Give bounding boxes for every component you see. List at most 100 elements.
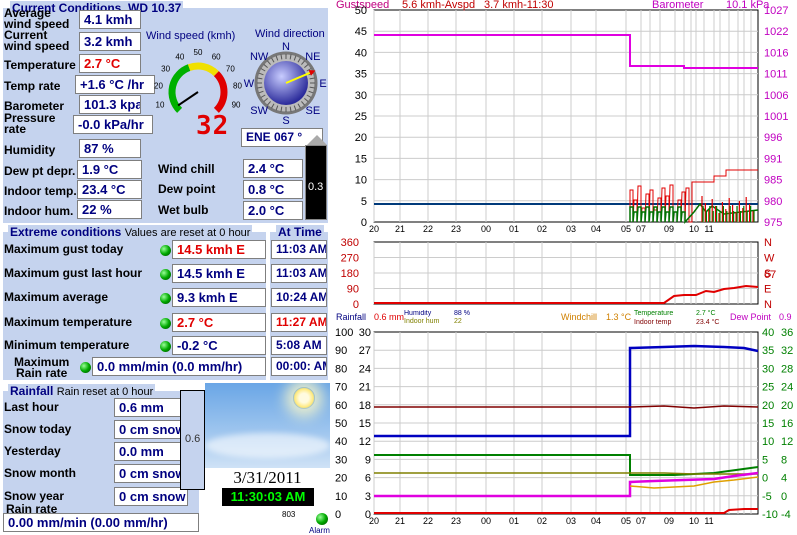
graph2-right-tick: N (764, 237, 772, 249)
graph3-left-tick2: 27 (359, 345, 371, 357)
graph3-humidity-label: Humidity (404, 310, 432, 317)
graph1-header-mid: 5.6 kmh-Avspd (402, 0, 475, 11)
graph1-left-tick: 15 (355, 153, 367, 165)
wind-barometer-graph: Gustspeed 5.6 kmh-Avspd 3.7 kmh-11:30 Barom… (336, 0, 788, 234)
graph1-header-right: Barometer (652, 0, 704, 11)
current-row-label: Indoor hum. (4, 204, 74, 218)
graph3-left-tick: 30 (335, 454, 347, 466)
graph1-x-tick: 11 (704, 224, 713, 234)
graph1-x-tick: 02 (537, 224, 547, 234)
extreme-row-label: Maximum average (4, 290, 109, 304)
graph3-left-tick: 20 (335, 473, 347, 485)
rainfall-row-value: 0.0 mm (114, 442, 188, 461)
extreme-title-text: Extreme conditions (10, 225, 122, 239)
wind-speed-gauge: 0102030405060708090100 (154, 48, 242, 117)
graph3-dew-val: 0.9 (779, 312, 792, 322)
graph3-right-tick2: 4 (781, 473, 787, 485)
graph3-x-tick: 11 (704, 516, 713, 526)
graph1-right-tick: 991 (764, 153, 782, 165)
extreme-row-led (160, 318, 171, 329)
extreme-note: Values are reset at 0 hour (124, 227, 251, 239)
graph3-right-tick: 10 (762, 436, 774, 448)
graph3-right-tick2: 24 (781, 382, 793, 394)
extreme-conditions-title: Extreme conditions Values are reset at 0… (8, 225, 253, 239)
graph3-left-tick2: 24 (359, 363, 371, 375)
graph1-x-tick: 23 (451, 224, 461, 234)
current-row-label: Humidity (4, 143, 56, 157)
graph1-x-tick: 03 (566, 224, 576, 234)
current-row-label: Indoor temp. (4, 184, 77, 198)
max-rain-rate-time: 00:00: AM (271, 357, 327, 376)
graph3-left-tick: 40 (335, 436, 347, 448)
graph3-x-tick: 00 (481, 516, 491, 526)
graph3-left-tick: 100 (335, 327, 353, 339)
graph3-x-tick: 21 (395, 516, 405, 526)
graph3-x-tick: 03 (566, 516, 576, 526)
extreme-row-time: 11:27 AM (271, 313, 327, 332)
graph1-x-tick: 20 (369, 224, 379, 234)
rainfall-row-label: Snow year (4, 489, 65, 503)
extreme-row-value: -0.2 °C (172, 336, 266, 355)
max-rain-rate-text: Maximum Rain rate (14, 355, 70, 380)
wet-bulb-label: Wet bulb (158, 203, 209, 217)
graph3-x-tick: 07 (636, 516, 646, 526)
graph3-right-tick: 25 (762, 382, 774, 394)
graph3-x-tick: 02 (537, 516, 547, 526)
graph3-left-tick: 90 (335, 345, 347, 357)
graph1-left-tick: 20 (355, 132, 367, 144)
extreme-row-value: 14.5 kmh E (172, 240, 266, 259)
current-row-value: 3.2 kmh (79, 32, 141, 51)
graph1-left-tick: 35 (355, 69, 367, 81)
extreme-row-time: 11:03 AM (271, 240, 327, 259)
compass-point-label: SE (306, 105, 321, 117)
compass-point-label: W (244, 78, 255, 90)
graph1-right-tick: 1022 (764, 26, 788, 38)
graph2-right-tick: E (764, 284, 771, 296)
graph3-x-tick: 23 (451, 516, 461, 526)
graph1-right-tick: 975 (764, 217, 782, 229)
alarm-label: Alarm (309, 526, 330, 535)
bar-gauge-value: 0.3 (308, 181, 324, 193)
graph1-left-tick: 40 (355, 47, 367, 59)
graph1-x-tick: 21 (395, 224, 405, 234)
graph3-left-tick: 70 (335, 382, 347, 394)
graph3-x-tick: 10 (689, 516, 699, 526)
current-row-value: -0.0 kPa/hr (73, 115, 153, 134)
rainfall-title: Rainfall Rain reset at 0 hour (8, 384, 156, 398)
graph3-right-tick: 0 (762, 473, 768, 485)
alarm-led[interactable] (316, 513, 328, 525)
compass-point-label: NE (305, 51, 320, 63)
graph2-dir-num: 67 (764, 269, 776, 281)
graph1-x-tick: 01 (509, 224, 519, 234)
graph1-left-tick: 30 (355, 90, 367, 102)
gauge-tick-label: 20 (154, 82, 163, 91)
max-rain-rate-label: Maximum Rain rate (14, 355, 70, 380)
gauge-tick-label: 30 (161, 64, 170, 73)
graph3-left-tick2: 30 (359, 327, 371, 339)
graph1-right-tick: 996 (764, 132, 782, 144)
max-rain-rate-value: 0.0 mm/min (0.0 mm/hr) (92, 357, 266, 376)
graph1-x-tick: 10 (689, 224, 699, 234)
graph3-right-tick2: 0 (781, 491, 787, 503)
graph1-right-tick: 1006 (764, 90, 788, 102)
led-display: 32 (196, 111, 230, 141)
graph3-temp-val: 2.7 °C (696, 310, 716, 317)
extreme-row-led (160, 293, 171, 304)
graph3-left-tick2: 12 (359, 436, 371, 448)
graph3-left-tick2: 18 (359, 400, 371, 412)
graph1-x-tick: 00 (481, 224, 491, 234)
gauge-tick-label: 90 (232, 100, 241, 109)
current-row-value: 1.9 °C (77, 160, 142, 179)
gauge-tick-label: 80 (233, 82, 242, 91)
compass-point-label: N (282, 41, 290, 53)
graph3-x-tick: 04 (591, 516, 601, 526)
graph1-right-tick: 1027 (764, 5, 788, 17)
graph3-left-tick: 0 (335, 509, 341, 521)
gauge-tick-label: 40 (175, 52, 184, 61)
graph2-left-tick: 360 (341, 237, 359, 249)
graph3-indoor-hum-label: Indoor hum (404, 318, 440, 325)
temperature-humidity-graph: Rainfall 0.6 mm Humidity 88 % Indoor hum 22 Wi… (335, 310, 793, 526)
graph1-left-tick: 5 (361, 196, 367, 208)
gauge-tick-label: 60 (212, 52, 221, 61)
extreme-row-value: 9.3 kmh E (172, 288, 266, 307)
